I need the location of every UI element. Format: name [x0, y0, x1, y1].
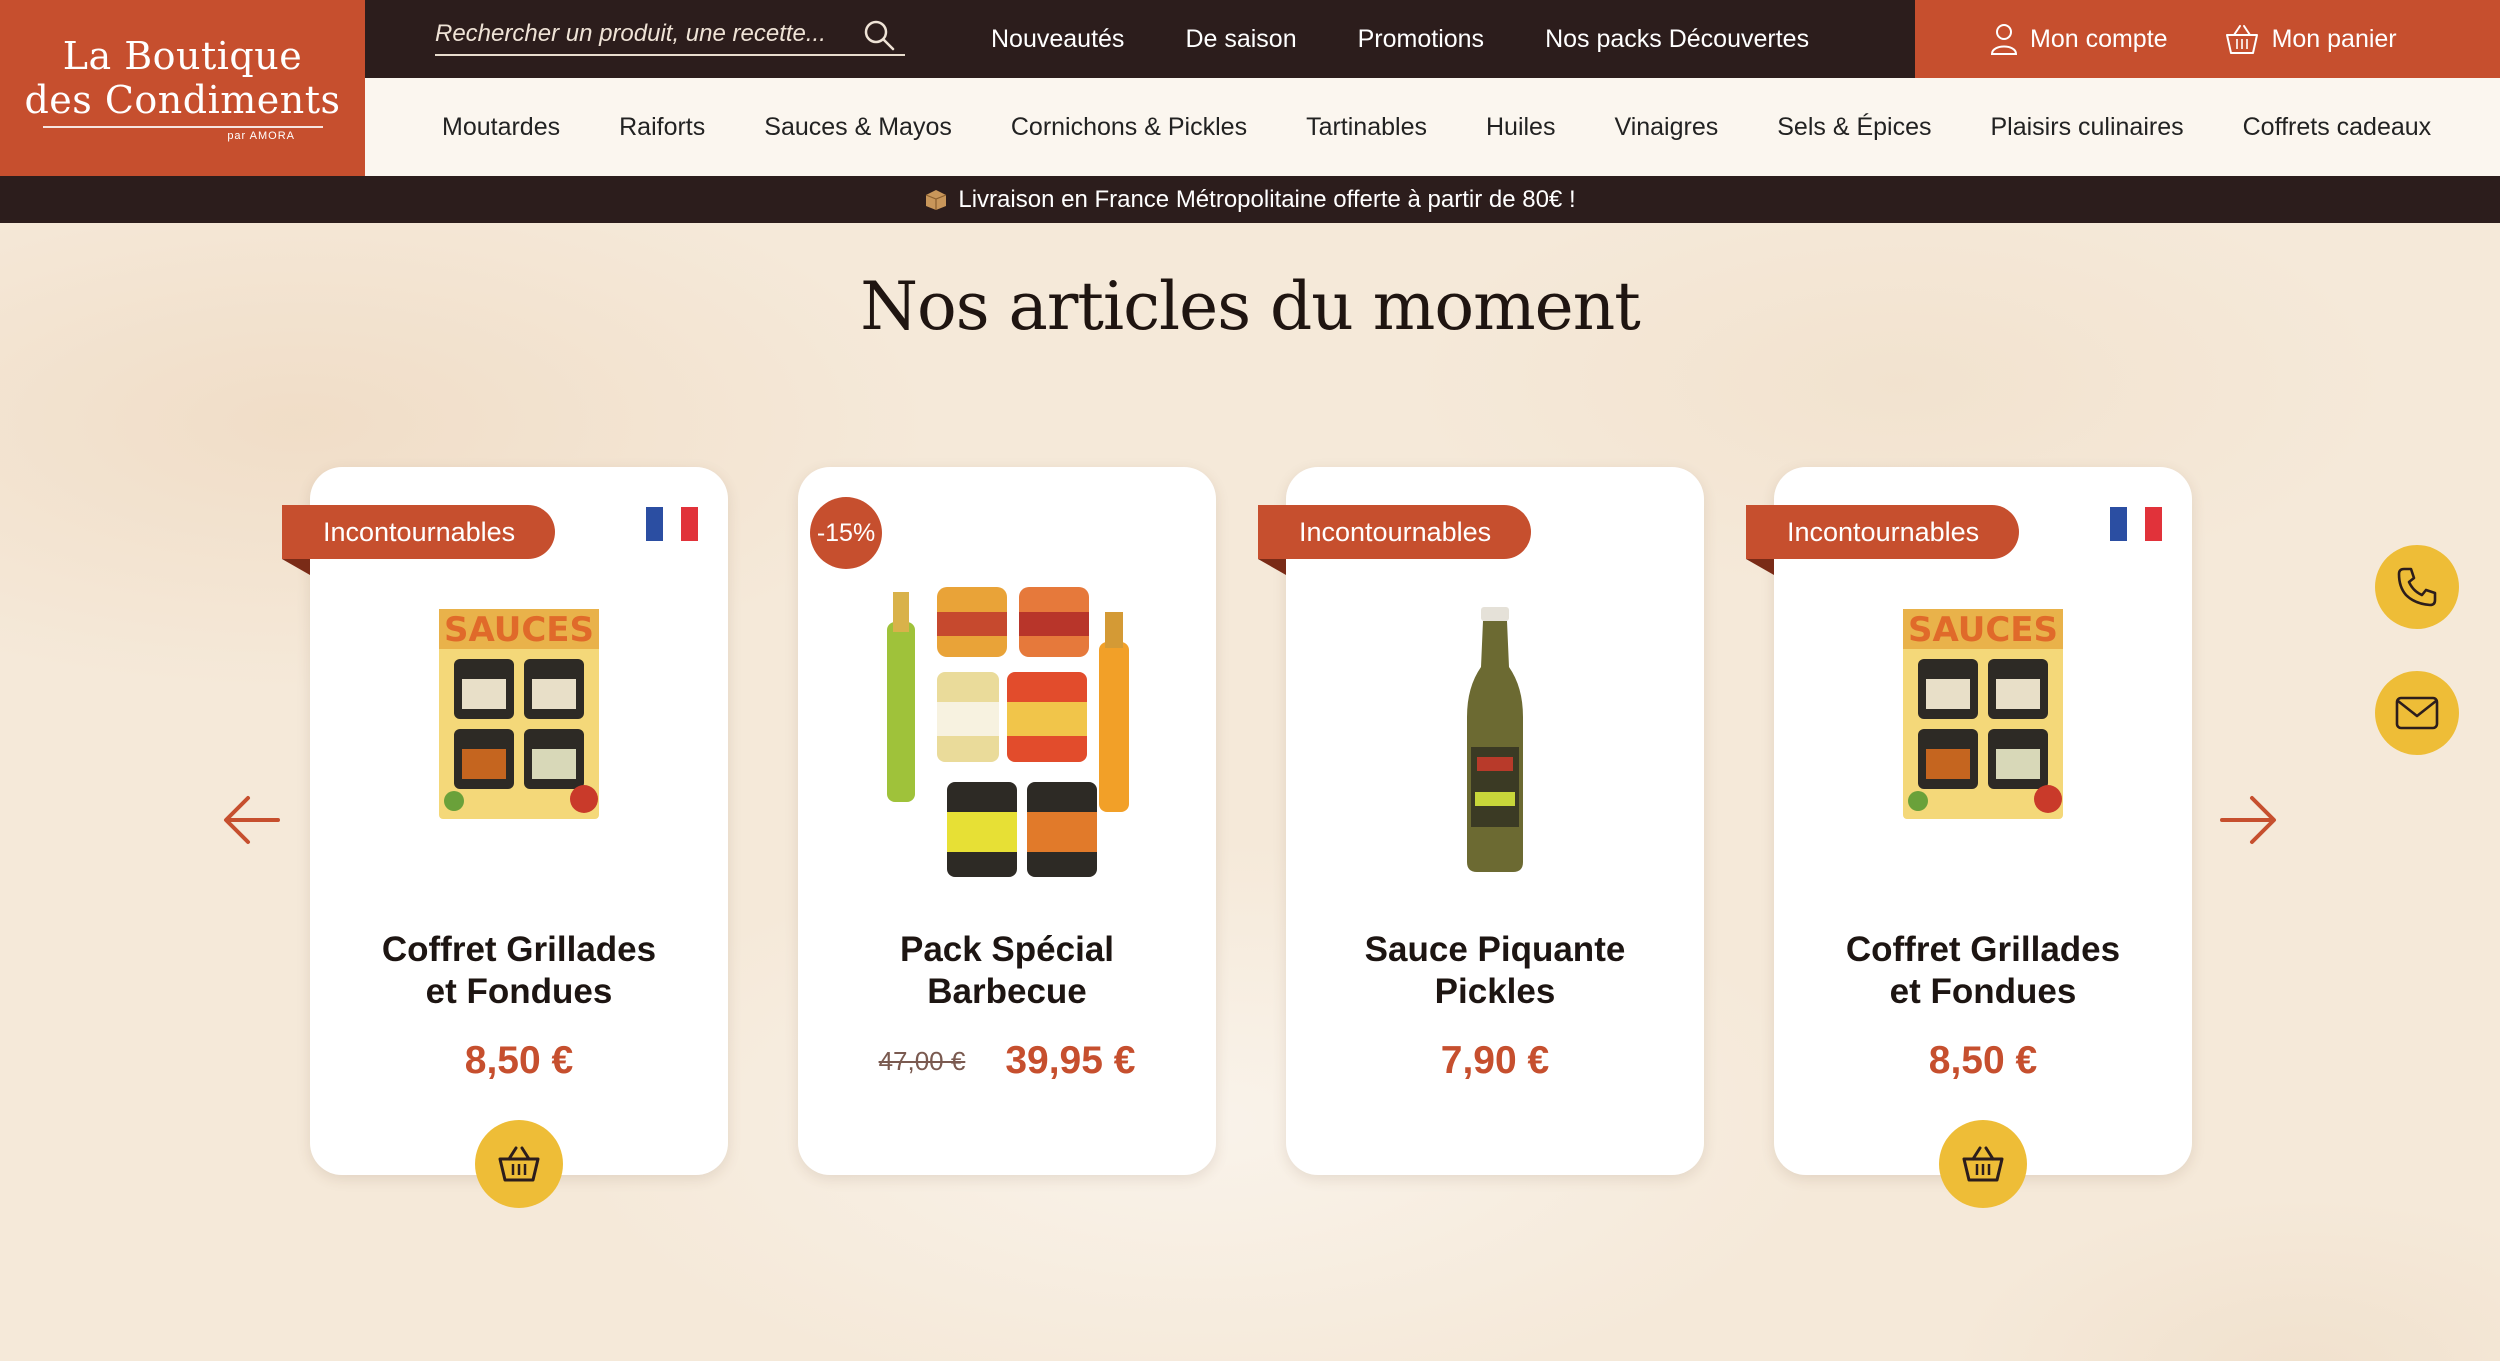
france-flag	[646, 507, 698, 541]
product-title-line-1: Pack Spécial	[899, 930, 1115, 969]
my-account-label: Mon compte	[2030, 24, 2168, 53]
svg-text:SAUCES: SAUCES	[1908, 610, 2058, 650]
my-account-link[interactable]: Mon compte	[1990, 23, 2168, 55]
product-image[interactable]	[1455, 607, 1535, 877]
arrow-left-icon[interactable]	[220, 790, 284, 850]
search-box	[435, 14, 905, 56]
cart-icon	[498, 1146, 540, 1182]
package-icon	[926, 189, 947, 210]
category-plaisirs-culinaires[interactable]: Plaisirs culinaires	[1991, 113, 2184, 142]
svg-text:SAUCES: SAUCES	[444, 610, 594, 650]
top-nav: Nouveautés De saison Promotions Nos pack…	[991, 0, 1870, 78]
product-title-line-2: Barbecue	[927, 972, 1087, 1011]
product-image[interactable]: SAUCES	[434, 579, 604, 829]
product-title[interactable]: Coffret Grillades et Fondues	[1774, 929, 2192, 1013]
add-to-cart-button[interactable]	[1939, 1120, 2027, 1208]
category-raiforts[interactable]: Raiforts	[619, 113, 705, 142]
top-nav-promotions[interactable]: Promotions	[1358, 25, 1484, 54]
category-moutardes[interactable]: Moutardes	[442, 113, 560, 142]
product-price: 8,50 €	[464, 1039, 574, 1082]
phone-contact-button[interactable]	[2375, 545, 2459, 629]
product-title-line-1: Coffret Grillades	[381, 930, 657, 969]
top-nav-de-saison[interactable]: De saison	[1185, 25, 1296, 54]
product-card[interactable]: -15% Pack Spécial Barbecue 47,00 € 39,95 …	[798, 467, 1216, 1175]
product-badge: Incontournables	[1746, 505, 2020, 575]
top-nav-packs-decouvertes[interactable]: Nos packs Découvertes	[1545, 25, 1809, 54]
mail-icon	[2395, 696, 2439, 730]
product-price-group: 47,00 € 39,95 €	[798, 1039, 1216, 1083]
product-price: 8,50 €	[1928, 1039, 2038, 1082]
logo-byline: par AMORA	[227, 130, 295, 142]
product-title[interactable]: Pack Spécial Barbecue	[798, 929, 1216, 1013]
phone-icon	[2397, 567, 2437, 607]
email-contact-button[interactable]	[2375, 671, 2459, 755]
logo-line-2: des Condiments	[24, 78, 341, 122]
account-bar: Mon compte Mon panier	[1915, 0, 2500, 78]
search-input[interactable]	[435, 14, 855, 54]
category-nav: Moutardes Raiforts Sauces & Mayos Cornic…	[365, 78, 2500, 176]
category-cornichons-pickles[interactable]: Cornichons & Pickles	[1011, 113, 1247, 142]
category-vinaigres[interactable]: Vinaigres	[1614, 113, 1718, 142]
category-huiles[interactable]: Huiles	[1486, 113, 1555, 142]
france-flag	[2110, 507, 2162, 541]
site-logo[interactable]: La Boutique des Condiments par AMORA	[0, 0, 365, 176]
product-image[interactable]: SAUCES	[1898, 579, 2068, 829]
my-cart-label: Mon panier	[2271, 24, 2397, 53]
category-coffrets-cadeaux[interactable]: Coffrets cadeaux	[2243, 113, 2432, 142]
product-badge: Incontournables	[282, 505, 556, 575]
product-price: 7,90 €	[1440, 1039, 1550, 1082]
product-price: 39,95 €	[1005, 1039, 1136, 1082]
logo-line-1: La Boutique	[62, 34, 303, 78]
product-title-line-1: Sauce Piquante	[1364, 930, 1626, 969]
product-badge: Incontournables	[1258, 505, 1532, 575]
my-cart-link[interactable]: Mon panier	[2224, 23, 2397, 55]
search-icon[interactable]	[861, 17, 897, 53]
basket-icon	[2225, 25, 2258, 54]
logo-rule	[42, 126, 323, 128]
arrow-right-icon[interactable]	[2216, 790, 2280, 850]
top-bar: Nouveautés De saison Promotions Nos pack…	[365, 0, 1915, 78]
product-title[interactable]: Sauce Piquante Pickles	[1286, 929, 1704, 1013]
shipping-banner-text: Livraison en France Métropolitaine offer…	[958, 185, 1576, 213]
product-card[interactable]: Incontournables Sauce Piquante Pickles 7…	[1258, 467, 1704, 1175]
product-title-line-1: Coffret Grillades	[1845, 930, 2121, 969]
category-tartinables[interactable]: Tartinables	[1306, 113, 1427, 142]
user-icon	[1990, 24, 2018, 55]
add-to-cart-button[interactable]	[475, 1120, 563, 1208]
cart-icon	[1962, 1146, 2004, 1182]
product-title-line-2: et Fondues	[425, 972, 613, 1011]
discount-badge: -15%	[810, 497, 882, 569]
product-title[interactable]: Coffret Grillades et Fondues	[310, 929, 728, 1013]
product-card[interactable]: Incontournables SAUCES Coffret Grillades…	[282, 467, 728, 1208]
product-card[interactable]: Incontournables SAUCES Coffret Grillades…	[1746, 467, 2192, 1208]
section-title: Nos articles du moment	[860, 268, 1641, 345]
product-title-line-2: et Fondues	[1889, 972, 2077, 1011]
product-image[interactable]	[877, 582, 1137, 882]
old-price: 47,00 €	[878, 1046, 966, 1076]
shipping-banner: Livraison en France Métropolitaine offer…	[0, 176, 2500, 223]
category-sauces-mayos[interactable]: Sauces & Mayos	[764, 113, 952, 142]
product-title-line-2: Pickles	[1434, 972, 1556, 1011]
category-sels-epices[interactable]: Sels & Épices	[1777, 113, 1931, 142]
top-nav-nouveautes[interactable]: Nouveautés	[991, 25, 1124, 54]
